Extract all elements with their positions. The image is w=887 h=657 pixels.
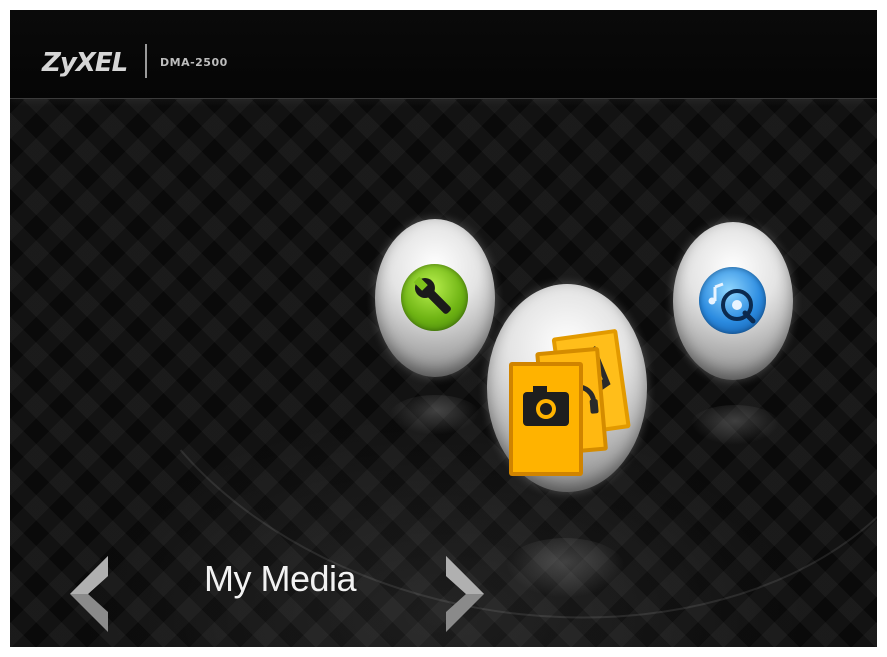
settings-orb	[401, 264, 468, 331]
music-disc-icon	[708, 282, 756, 324]
music-menu-item[interactable]	[673, 222, 793, 380]
logo-divider	[145, 44, 147, 78]
settings-reflection	[390, 395, 480, 435]
settings-menu-item[interactable]	[375, 219, 495, 377]
selected-menu-label: My Media	[203, 558, 357, 599]
zyxel-logo: ZyXEL	[42, 48, 128, 78]
music-reflection	[690, 405, 780, 445]
model-label: DMA-2500	[160, 56, 228, 69]
previous-arrow-icon[interactable]	[66, 554, 112, 634]
tv-screen: ZyXEL DMA-2500 My Media	[10, 10, 877, 647]
next-arrow-icon[interactable]	[442, 554, 488, 634]
camera-folder-icon	[509, 329, 631, 476]
wrench-icon	[413, 276, 451, 314]
music-orb	[699, 267, 766, 334]
my-media-menu-item[interactable]	[487, 284, 647, 492]
media-reflection	[505, 538, 625, 598]
